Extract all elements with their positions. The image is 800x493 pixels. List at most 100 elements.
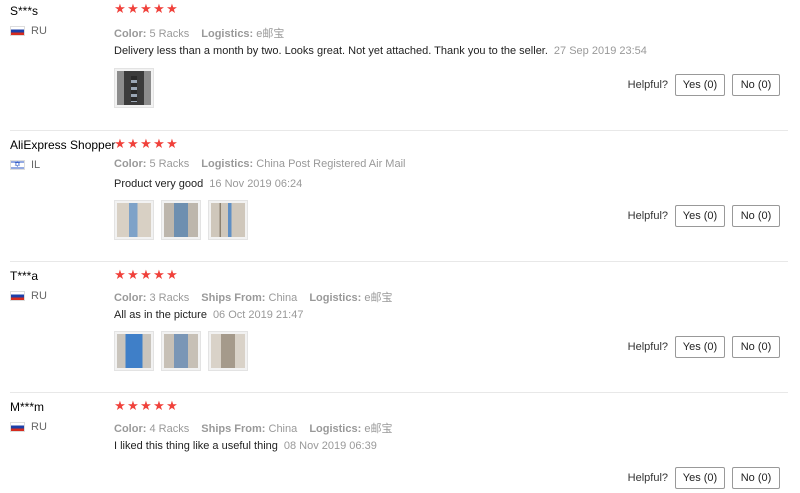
- country-code: RU: [31, 421, 47, 433]
- helpful-yes-button[interactable]: Yes (0): [675, 336, 725, 358]
- attr-key: Color:: [114, 292, 147, 304]
- review-photo-thumbnail[interactable]: [161, 331, 201, 371]
- helpful-yes-button[interactable]: Yes (0): [675, 205, 725, 227]
- reviewer-name: S***s: [10, 4, 39, 18]
- helpful-no-button[interactable]: No (0): [732, 205, 780, 227]
- attr-value: China Post Registered Air Mail: [256, 158, 406, 170]
- country-code: RU: [31, 290, 47, 302]
- review-photos: [114, 68, 161, 108]
- order-attributes: Color: 3 Racks Ships From: China Logisti…: [114, 289, 401, 305]
- helpful-label: Helpful?: [627, 341, 668, 353]
- helpful-label: Helpful?: [627, 79, 668, 91]
- attr-value: e邮宝: [256, 28, 285, 40]
- review-photo-thumbnail[interactable]: [114, 68, 154, 108]
- reviewer-name: AliExpress Shopper: [10, 138, 116, 152]
- review-text: Delivery less than a month by two. Looks…: [114, 45, 647, 57]
- review-item: M***m RU ★ ★ ★ ★ ★ Color: 4 Racks Ships …: [0, 393, 788, 493]
- helpful-no-button[interactable]: No (0): [732, 336, 780, 358]
- helpful-controls: Helpful? Yes (0) No (0): [628, 74, 780, 96]
- review-photo-thumbnail[interactable]: [114, 200, 154, 240]
- helpful-no-button[interactable]: No (0): [732, 74, 780, 96]
- star-icon: ★: [166, 136, 178, 151]
- attr-key: Ships From:: [201, 423, 266, 435]
- review-photo-thumbnail[interactable]: [161, 200, 201, 240]
- attr-value: China: [268, 292, 298, 304]
- attr-value: China: [268, 423, 298, 435]
- review-date: 16 Nov 2019 06:24: [209, 178, 303, 190]
- review-photo-thumbnail[interactable]: [208, 200, 248, 240]
- reviewer-country: RU: [10, 25, 47, 37]
- review-item: T***a RU ★ ★ ★ ★ ★ Color: 3 Racks Ships …: [0, 262, 788, 393]
- helpful-label: Helpful?: [627, 472, 668, 484]
- review-body: All as in the picture: [114, 309, 207, 321]
- attr-value: 5 Racks: [149, 158, 190, 170]
- star-icon: ★: [140, 136, 152, 151]
- star-icon: ★: [127, 136, 139, 151]
- attr-value: 3 Racks: [149, 292, 190, 304]
- star-icon: ★: [127, 1, 139, 16]
- review-item: S***s RU ★ ★ ★ ★ ★ Color: 5 Racks Logist…: [0, 0, 788, 131]
- helpful-yes-button[interactable]: Yes (0): [675, 467, 725, 489]
- star-rating: ★ ★ ★ ★ ★: [114, 267, 179, 283]
- review-date: 06 Oct 2019 21:47: [212, 309, 304, 321]
- attr-key: Color:: [114, 423, 147, 435]
- star-rating: ★ ★ ★ ★ ★: [114, 136, 179, 152]
- review-date: 27 Sep 2019 23:54: [553, 45, 647, 57]
- helpful-label: Helpful?: [627, 210, 668, 222]
- helpful-no-button[interactable]: No (0): [732, 467, 780, 489]
- order-attributes: Color: 5 Racks Logistics: e邮宝: [114, 25, 293, 41]
- review-photos: [114, 331, 255, 371]
- review-text: Product very good 16 Nov 2019 06:24: [114, 178, 302, 190]
- reviewer-name: T***a: [10, 269, 39, 283]
- attr-key: Logistics:: [309, 423, 362, 435]
- helpful-controls: Helpful? Yes (0) No (0): [628, 467, 780, 489]
- review-photo-thumbnail[interactable]: [208, 331, 248, 371]
- review-date: 08 Nov 2019 06:39: [283, 440, 377, 452]
- helpful-yes-button[interactable]: Yes (0): [675, 74, 725, 96]
- country-code: IL: [31, 159, 41, 171]
- attr-key: Ships From:: [201, 292, 266, 304]
- attr-key: Color:: [114, 158, 147, 170]
- reviewer-country: RU: [10, 290, 47, 302]
- review-photo-thumbnail[interactable]: [114, 331, 154, 371]
- russia-flag-icon: [10, 291, 25, 301]
- attr-value: e邮宝: [364, 292, 393, 304]
- review-body: Product very good: [114, 178, 204, 190]
- order-attributes: Color: 5 Racks Logistics: China Post Reg…: [114, 158, 414, 170]
- star-icon: ★: [127, 267, 139, 282]
- star-icon: ★: [166, 398, 178, 413]
- russia-flag-icon: [10, 422, 25, 432]
- star-icon: ★: [166, 267, 178, 282]
- helpful-controls: Helpful? Yes (0) No (0): [628, 336, 780, 358]
- country-code: RU: [31, 25, 47, 37]
- review-photos: [114, 200, 255, 240]
- star-icon: ★: [114, 267, 126, 282]
- reviewer-country: RU: [10, 421, 47, 433]
- attr-key: Logistics:: [201, 158, 254, 170]
- star-icon: ★: [153, 1, 165, 16]
- star-icon: ★: [114, 136, 126, 151]
- review-body: Delivery less than a month by two. Looks…: [114, 45, 548, 57]
- star-icon: ★: [140, 1, 152, 16]
- star-icon: ★: [114, 1, 126, 16]
- israel-flag-icon: [10, 159, 25, 171]
- review-text: I liked this thing like a useful thing 08…: [114, 440, 377, 452]
- reviewer-name: M***m: [10, 400, 45, 414]
- feedback-list: S***s RU ★ ★ ★ ★ ★ Color: 5 Racks Logist…: [0, 0, 800, 493]
- attr-value: e邮宝: [364, 423, 393, 435]
- star-rating: ★ ★ ★ ★ ★: [114, 398, 179, 414]
- order-attributes: Color: 4 Racks Ships From: China Logisti…: [114, 420, 401, 436]
- review-item: AliExpress Shopper IL ★ ★ ★ ★ ★ Color: 5…: [0, 131, 788, 262]
- star-icon: ★: [166, 1, 178, 16]
- star-icon: ★: [153, 136, 165, 151]
- attr-key: Logistics:: [201, 28, 254, 40]
- russia-flag-icon: [10, 26, 25, 36]
- attr-value: 5 Racks: [149, 28, 190, 40]
- star-icon: ★: [153, 267, 165, 282]
- review-text: All as in the picture 06 Oct 2019 21:47: [114, 309, 303, 321]
- star-rating: ★ ★ ★ ★ ★: [114, 1, 179, 17]
- attr-key: Color:: [114, 28, 147, 40]
- review-body: I liked this thing like a useful thing: [114, 440, 278, 452]
- star-icon: ★: [114, 398, 126, 413]
- helpful-controls: Helpful? Yes (0) No (0): [628, 205, 780, 227]
